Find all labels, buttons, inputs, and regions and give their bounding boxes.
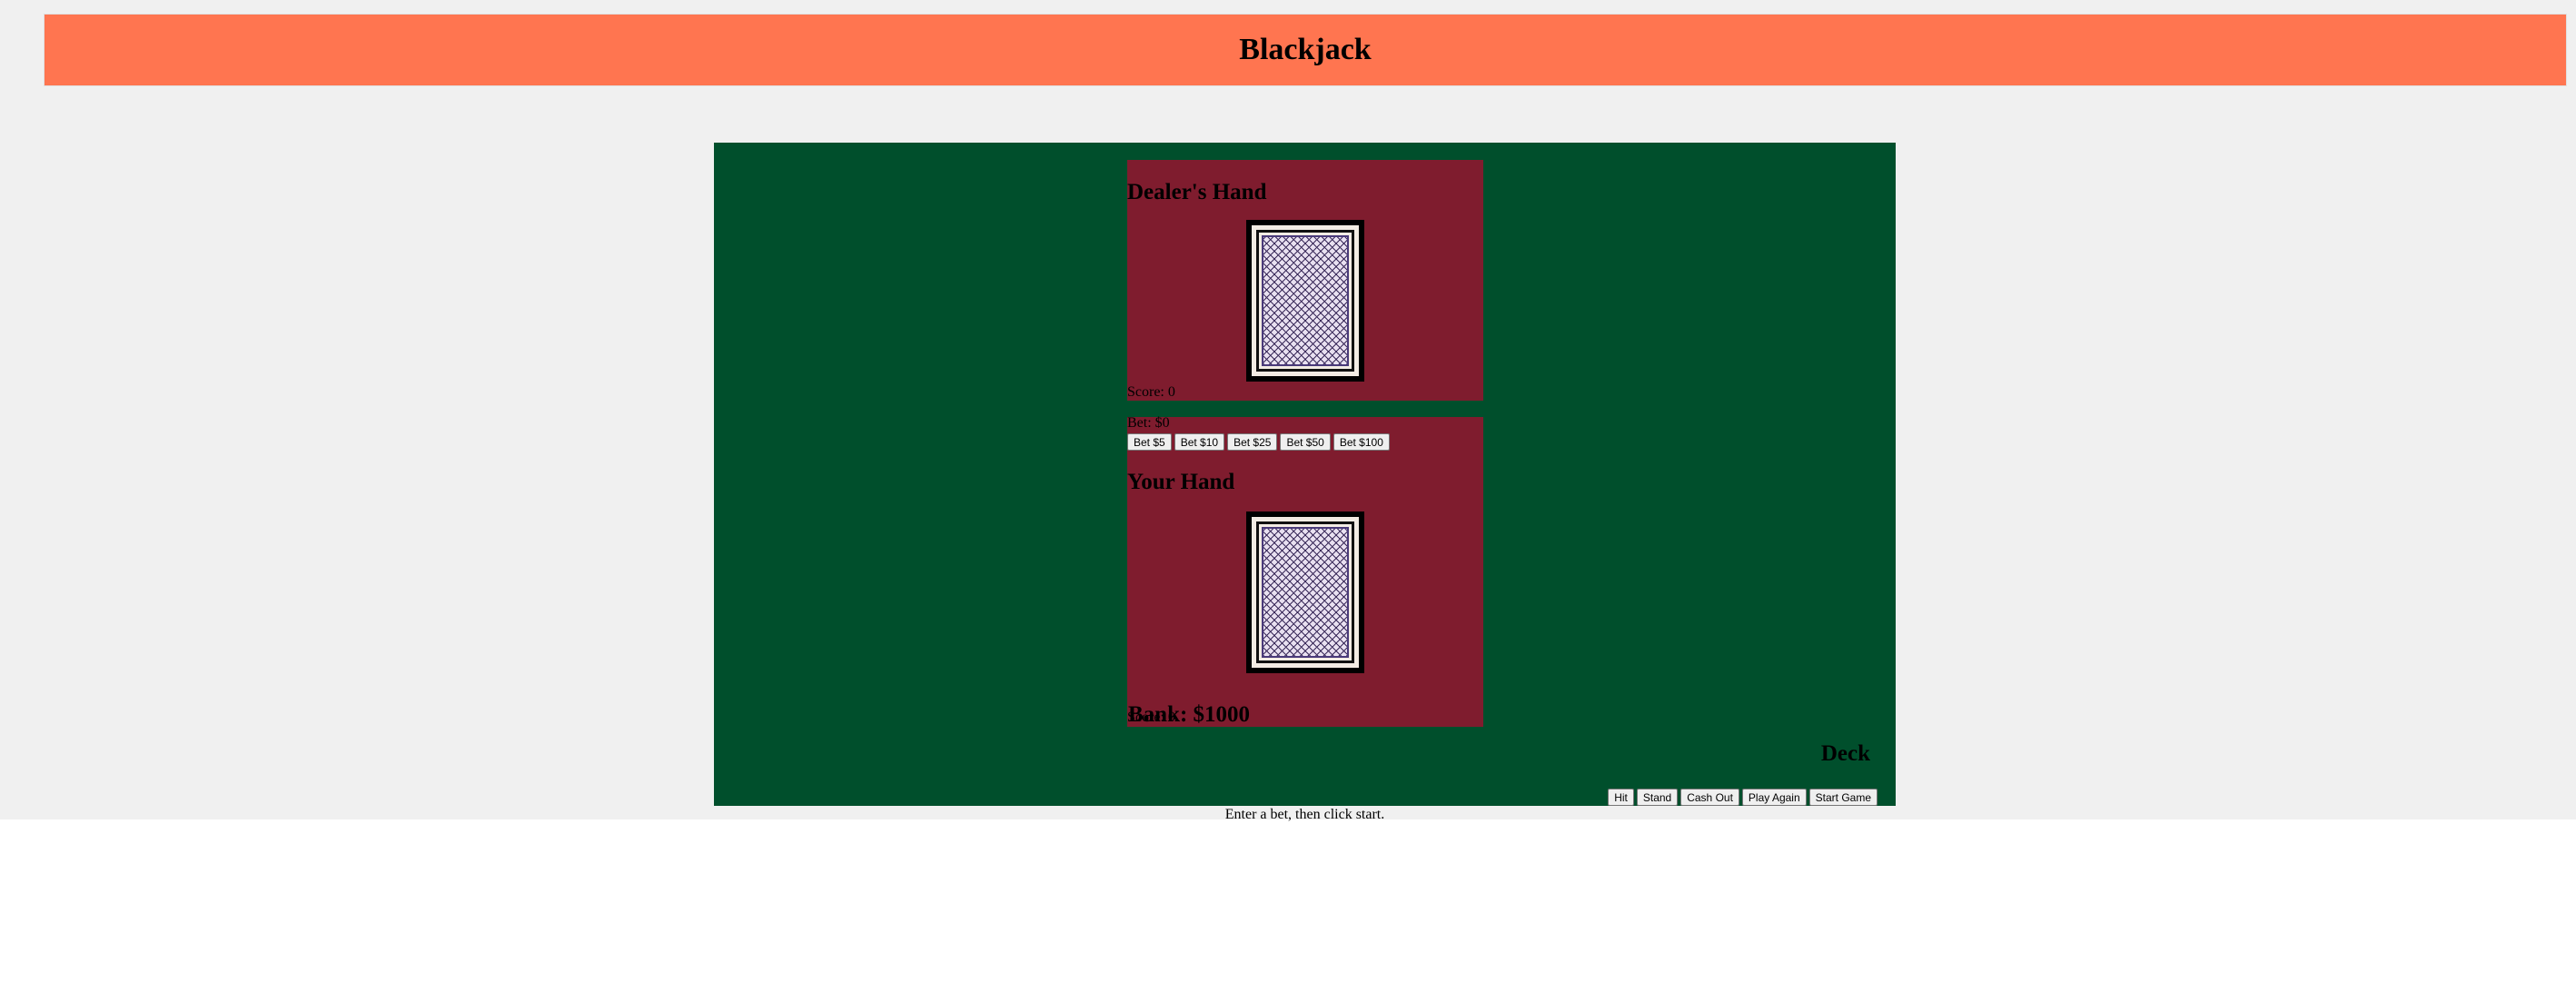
bank-balance: Bank: $1000: [1128, 702, 1251, 727]
current-bet: Bet: $0: [1127, 415, 1170, 431]
bet-buttons: Bet $5 Bet $10 Bet $25 Bet $50 Bet $100: [1127, 433, 1390, 451]
bet-100-button[interactable]: Bet $100: [1333, 433, 1390, 451]
hit-button[interactable]: Hit: [1608, 789, 1634, 806]
dealer-score: Score: 0: [1127, 384, 1175, 400]
stand-button[interactable]: Stand: [1636, 789, 1679, 806]
card-back-pattern: [1262, 527, 1349, 658]
page-title: Blackjack: [1239, 33, 1372, 66]
dealer-card-back: [1246, 220, 1364, 382]
game-table: Dealer's Hand Score: 0 Bet: $0 Bet $5 Be…: [714, 143, 1896, 806]
card-back-pattern: [1262, 235, 1349, 366]
card-back-frame: [1256, 521, 1354, 663]
player-card-back: [1246, 511, 1364, 673]
action-buttons: Hit Stand Cash Out Play Again Start Game: [1608, 789, 1878, 806]
player-hand-panel: Bet: $0 Bet $5 Bet $10 Bet $25 Bet $50 B…: [1127, 415, 1483, 727]
card-back-frame: [1256, 230, 1354, 372]
bet-10-button[interactable]: Bet $10: [1174, 433, 1225, 451]
status-message: Enter a bet, then click start.: [1224, 807, 1385, 822]
start-game-button[interactable]: Start Game: [1808, 789, 1878, 806]
cash-out-button[interactable]: Cash Out: [1680, 789, 1739, 806]
deck-label: Deck: [1820, 741, 1870, 766]
dealer-hand-panel: Dealer's Hand Score: 0: [1127, 160, 1483, 401]
dealer-hand-title: Dealer's Hand: [1127, 180, 1267, 204]
bet-25-button[interactable]: Bet $25: [1227, 433, 1278, 451]
bet-5-button[interactable]: Bet $5: [1127, 433, 1172, 451]
play-again-button[interactable]: Play Again: [1741, 789, 1807, 806]
player-hand-title: Your Hand: [1127, 470, 1235, 494]
bet-50-button[interactable]: Bet $50: [1280, 433, 1331, 451]
title-bar: Blackjack: [44, 14, 2567, 86]
